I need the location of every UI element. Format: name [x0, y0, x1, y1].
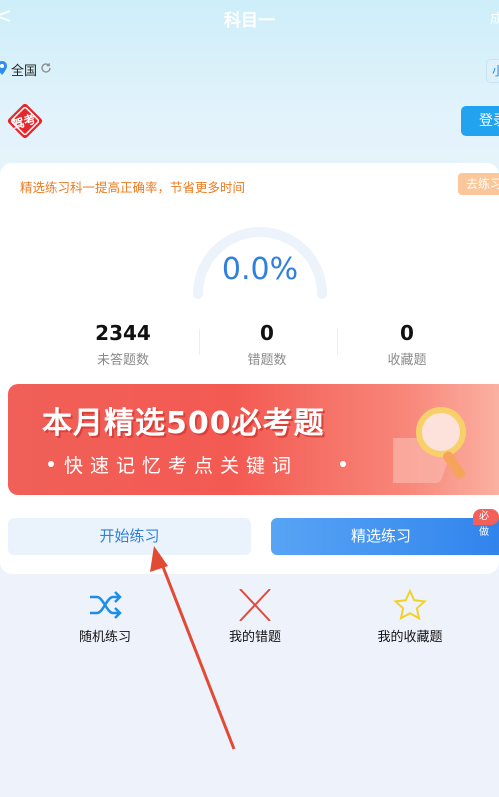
- top-right-tag[interactable]: 小: [486, 59, 499, 83]
- stat-favorites: 0 收藏题: [337, 321, 477, 368]
- shuffle-icon: [90, 591, 122, 619]
- banner-title: 本月精选500必考题: [42, 406, 325, 441]
- my-wrong-questions-button[interactable]: 我的错题: [195, 589, 315, 645]
- page-title: 科目一: [224, 11, 275, 31]
- random-practice-button[interactable]: 随机练习: [45, 589, 165, 645]
- promo-banner[interactable]: 本月精选500必考题 快速记忆考点关键词: [8, 384, 499, 495]
- tip-text: 精选练习科一提高正确率，节省更多时间: [20, 180, 246, 195]
- select-practice-button[interactable]: 精选练习: [271, 518, 499, 555]
- banner-subtitle: 快速记忆考点关键词: [64, 455, 299, 477]
- must-do-badge: 必做: [473, 509, 499, 538]
- my-favorites-button[interactable]: 我的收藏题: [350, 589, 470, 645]
- refresh-icon[interactable]: [40, 62, 52, 78]
- stat-wrong: 0 错题数: [197, 321, 337, 368]
- start-practice-button[interactable]: 开始练习: [8, 518, 251, 555]
- region-label: 全国: [11, 64, 38, 79]
- location-pin-icon: [0, 60, 8, 79]
- magnifier-icon: [393, 407, 466, 483]
- quick-label: 我的收藏题: [377, 630, 443, 645]
- login-button[interactable]: 登录: [461, 106, 499, 136]
- quick-label: 我的错题: [228, 630, 281, 645]
- stat-unanswered: 2344 未答题数: [53, 321, 193, 368]
- stat-value: 0: [400, 321, 414, 345]
- banner-dot: [340, 461, 346, 467]
- stat-label: 收藏题: [387, 353, 427, 368]
- region-selector[interactable]: 全国: [0, 60, 52, 79]
- stat-value: 0: [260, 321, 274, 345]
- close-x-icon: [239, 589, 271, 621]
- app-logo: 驾考: [6, 102, 44, 140]
- stat-label: 错题数: [247, 353, 287, 368]
- stat-label: 未答题数: [96, 353, 149, 368]
- header-right-action[interactable]: 成: [490, 8, 499, 27]
- go-practice-button[interactable]: 去练习: [458, 173, 499, 195]
- stat-value: 2344: [95, 321, 151, 345]
- banner-dot: [48, 461, 54, 467]
- accuracy-percent: 0.0%: [221, 252, 299, 287]
- quick-label: 随机练习: [78, 630, 131, 645]
- star-icon: [393, 589, 427, 621]
